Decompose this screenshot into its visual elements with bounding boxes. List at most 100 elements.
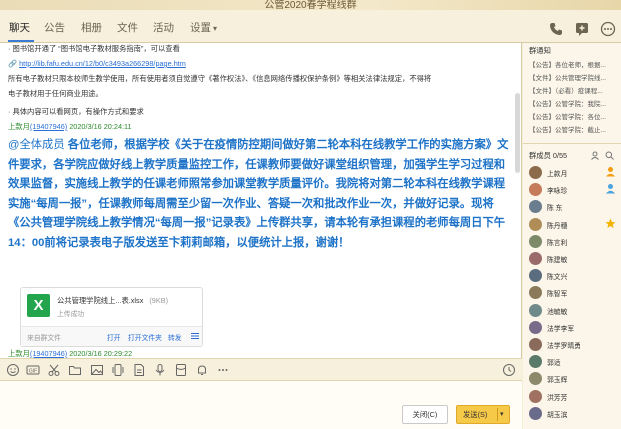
members-title: 群成员 0/55 xyxy=(529,151,568,160)
emoji-icon[interactable] xyxy=(6,363,20,377)
tab-announcement[interactable]: 公告 xyxy=(44,20,65,35)
avatar xyxy=(529,406,542,420)
avatar xyxy=(529,252,542,265)
avatar xyxy=(529,320,542,334)
avatar xyxy=(529,389,542,403)
window-title: 公管2020春学程线群 xyxy=(264,0,357,10)
tab-files[interactable]: 文件 xyxy=(117,20,138,35)
gif-icon[interactable]: GIF xyxy=(26,363,40,377)
member-row[interactable]: 李咏珍 xyxy=(529,182,619,198)
admin-icon xyxy=(606,184,615,194)
open-file-link[interactable]: 打开 xyxy=(107,332,121,342)
search-icon[interactable] xyxy=(605,151,614,160)
member-name: 李咏珍 xyxy=(547,188,568,196)
tab-settings[interactable]: 设置 ▾ xyxy=(190,20,217,35)
input-toolbar: GIF xyxy=(0,358,522,381)
divider xyxy=(523,143,621,144)
message-time: 2020/3/16 20:24:11 xyxy=(69,122,132,131)
notice-item[interactable]: 【公告】公管学院：我院... xyxy=(529,98,615,108)
sender-name[interactable]: 上款月 xyxy=(8,122,30,131)
notice-item[interactable]: 【公告】各位老师，根据... xyxy=(529,59,615,69)
avatar xyxy=(529,183,542,197)
message-meta: 上款月(19407946) 2020/3/16 20:24:11 xyxy=(8,122,132,132)
excel-icon: X xyxy=(27,294,50,317)
send-divider xyxy=(497,408,498,421)
member-name: 上款月 xyxy=(547,171,568,178)
send-button[interactable]: 发送(S) ▾ xyxy=(456,405,510,424)
avatar xyxy=(529,372,542,386)
notice-item[interactable]: 【公告】公管学院：各位... xyxy=(529,111,615,121)
avatar xyxy=(529,303,542,317)
member-row[interactable]: 洪芳芳 xyxy=(529,389,619,405)
invite-icon[interactable] xyxy=(591,151,600,160)
more-icon[interactable] xyxy=(216,363,230,377)
avatar xyxy=(529,338,542,351)
announcement-message: @全体成员 各位老师，根据学校《关于在疫情防控期间做好第二轮本科在线教学工作的实… xyxy=(8,136,516,254)
notice-item[interactable]: 【公告】公管学院：截止... xyxy=(529,124,615,134)
chevron-down-icon[interactable]: ▾ xyxy=(500,406,504,423)
more-icon[interactable] xyxy=(600,21,616,37)
member-name: 陈智军 xyxy=(547,291,568,299)
scissors-icon[interactable] xyxy=(47,363,61,377)
member-row[interactable]: 法学罗晴勇 xyxy=(529,337,619,353)
shake-icon[interactable] xyxy=(111,363,125,377)
phone-icon[interactable] xyxy=(548,21,564,37)
svg-text:GIF: GIF xyxy=(29,369,37,375)
file-card[interactable]: X 公共管理学院线上...表.xlsx (9KB) 上传成功 来自群文件 打开 打… xyxy=(20,287,203,347)
image-icon[interactable] xyxy=(90,363,104,377)
message-time: 2020/3/16 20:29:22 xyxy=(69,349,133,358)
folder-icon[interactable] xyxy=(68,363,82,377)
tab-settings-label: 设置 xyxy=(190,22,211,34)
member-row[interactable]: 陈建敏 xyxy=(529,251,619,267)
file-name-row: 公共管理学院线上...表.xlsx (9KB) xyxy=(57,296,168,306)
member-row[interactable]: 法学李军 xyxy=(529,320,619,336)
owner-icon xyxy=(606,167,615,177)
member-name: 郭适 xyxy=(547,360,561,368)
member-row[interactable]: 池毓敏 xyxy=(529,303,619,319)
member-row[interactable]: 陈言利 xyxy=(529,234,619,250)
forward-link[interactable]: 转发 xyxy=(168,332,182,342)
scrollbar[interactable] xyxy=(515,93,520,173)
member-row[interactable]: 陈智军 xyxy=(529,285,619,301)
member-row[interactable]: 胡玉滨 xyxy=(529,406,619,422)
sender-name[interactable]: 上款月 xyxy=(8,349,30,358)
chat-history[interactable]: · 图书馆开通了 “图书馆电子教材服务指南”，可以查看 🔗 http://lib… xyxy=(0,43,522,358)
message-plus-icon[interactable] xyxy=(574,21,590,37)
tab-album[interactable]: 相册 xyxy=(81,20,102,35)
tab-chat[interactable]: 聊天 xyxy=(9,20,30,35)
sender-qq[interactable]: (19407946) xyxy=(30,122,67,131)
member-row[interactable]: 郭玉辉 xyxy=(529,371,619,387)
link-icon: 🔗 xyxy=(8,59,18,68)
avatar xyxy=(529,234,542,248)
close-button[interactable]: 关闭(C) xyxy=(402,405,448,424)
sender-qq[interactable]: (19407946) xyxy=(30,349,67,358)
member-name: 法学罗晴勇 xyxy=(547,343,581,350)
notice-item[interactable]: 【文件】公共管理学院线... xyxy=(529,72,615,82)
member-name: 郭玉辉 xyxy=(547,377,568,385)
member-row[interactable]: 上款月 xyxy=(529,165,619,181)
notice-item[interactable]: 【文件】（必看）疫课程... xyxy=(529,85,615,95)
avatar xyxy=(529,355,542,369)
bell-icon[interactable] xyxy=(195,363,209,377)
menu-icon[interactable] xyxy=(191,332,199,340)
mic-icon[interactable] xyxy=(153,363,167,377)
member-name: 陈 东 xyxy=(547,205,563,213)
history-icon[interactable] xyxy=(502,363,516,377)
member-row[interactable]: 陈丹穗 xyxy=(529,217,619,233)
member-row[interactable]: 陈 东 xyxy=(529,199,619,215)
member-row[interactable]: 郭适 xyxy=(529,354,619,370)
doc-icon[interactable] xyxy=(132,363,146,377)
message-link[interactable]: http://lib.fafu.edu.cn/12/b0/c3493a26629… xyxy=(19,59,186,68)
avatar xyxy=(529,166,542,179)
open-folder-link[interactable]: 打开文件夹 xyxy=(128,332,162,342)
avatar xyxy=(529,217,542,231)
right-panel: 群通知 【公告】各位老师，根据... 【文件】公共管理学院线... 【文件】（必… xyxy=(523,43,621,429)
upload-status: 上传成功 xyxy=(57,311,85,318)
file-actions: 来自群文件 打开 打开文件夹 转发 xyxy=(21,326,202,346)
member-row[interactable]: 陈文兴 xyxy=(529,268,619,284)
title-bar: 公管2020春学程线群 xyxy=(0,0,621,10)
avatar xyxy=(529,286,542,300)
mention-all[interactable]: @全体成员 xyxy=(8,139,65,151)
red-packet-icon[interactable] xyxy=(174,363,188,377)
tab-activity[interactable]: 活动 xyxy=(153,20,174,35)
